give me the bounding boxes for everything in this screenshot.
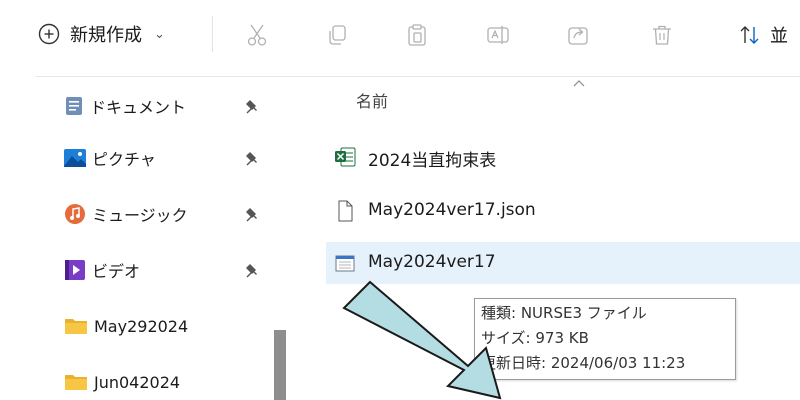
sidebar-item-folder[interactable]: May292024 xyxy=(64,310,274,342)
sort-arrows-icon xyxy=(740,26,759,44)
cut-button[interactable] xyxy=(242,20,272,50)
command-bar: 新規作成 ⌄ 並 xyxy=(0,0,800,70)
video-icon xyxy=(65,260,85,280)
excel-file-icon xyxy=(335,147,356,167)
file-name: May2024ver17.json xyxy=(368,200,536,220)
share-button[interactable] xyxy=(563,20,593,50)
pin-icon xyxy=(246,152,257,166)
toolbar-separator xyxy=(212,16,213,52)
sidebar-item-documents[interactable]: ドキュメント xyxy=(64,90,274,122)
tooltip-size: サイズ: 973 KB xyxy=(481,329,589,347)
scissors-icon xyxy=(247,24,267,46)
sort-caret-up-icon xyxy=(573,80,585,87)
file-row-selected[interactable]: May2024ver17 xyxy=(326,242,800,284)
pin-icon xyxy=(246,264,257,278)
sidebar-item-label: ピクチャ xyxy=(92,150,156,169)
tooltip-type: 種類: NURSE3 ファイル xyxy=(481,304,647,322)
file-info-tooltip: 種類: NURSE3 ファイル サイズ: 973 KB 更新日時: 2024/0… xyxy=(474,298,736,380)
chevron-down-icon: ⌄ xyxy=(154,26,165,42)
generic-file-icon xyxy=(338,200,353,222)
sort-button[interactable]: 並 xyxy=(738,20,788,50)
pin-icon xyxy=(246,208,257,222)
toolbar-divider xyxy=(36,76,800,77)
sidebar-item-label: ミュージック xyxy=(92,206,188,225)
new-button[interactable]: 新規作成 ⌄ xyxy=(38,20,165,48)
copy-icon xyxy=(329,25,346,45)
sidebar-item-pictures[interactable]: ピクチャ xyxy=(64,142,274,174)
file-row[interactable]: May2024ver17.json xyxy=(326,190,800,232)
delete-button[interactable] xyxy=(647,20,677,50)
sidebar-item-label: ビデオ xyxy=(92,262,141,281)
copy-button[interactable] xyxy=(322,20,352,50)
sidebar-item-music[interactable]: ミュージック xyxy=(64,198,274,230)
plus-circle-icon xyxy=(38,23,60,45)
paste-button[interactable] xyxy=(402,20,432,50)
rename-icon xyxy=(487,26,509,44)
rename-button[interactable] xyxy=(483,20,513,50)
sort-label: 並 xyxy=(770,26,788,47)
navigation-pane: ドキュメント ピクチャ ミュージック ビデオ May292024 Jun0420… xyxy=(0,80,298,400)
sidebar-scrollbar-thumb[interactable] xyxy=(274,330,286,400)
trash-icon xyxy=(653,25,671,45)
tooltip-date: 更新日時: 2024/06/03 11:23 xyxy=(481,354,686,372)
file-name: May2024ver17 xyxy=(368,252,496,272)
share-icon xyxy=(568,27,588,45)
folder-icon xyxy=(65,375,87,390)
music-icon xyxy=(65,204,85,224)
clipboard-icon xyxy=(408,24,426,46)
document-icon xyxy=(66,97,82,115)
sidebar-item-label: Jun042024 xyxy=(94,372,181,392)
folder-icon xyxy=(65,319,87,334)
sidebar-item-label: May292024 xyxy=(94,316,189,336)
sidebar-item-videos[interactable]: ビデオ xyxy=(64,254,274,286)
sidebar-item-label: ドキュメント xyxy=(90,98,187,117)
pictures-icon xyxy=(64,149,86,167)
file-row[interactable]: 2024当直拘束表 xyxy=(326,136,800,178)
application-file-icon xyxy=(335,255,355,272)
pin-icon xyxy=(246,100,257,114)
column-header-name[interactable]: 名前 xyxy=(356,88,388,112)
new-button-label: 新規作成 xyxy=(70,25,142,46)
sidebar-item-folder[interactable]: Jun042024 xyxy=(64,366,274,398)
file-name: 2024当直拘束表 xyxy=(368,151,497,171)
